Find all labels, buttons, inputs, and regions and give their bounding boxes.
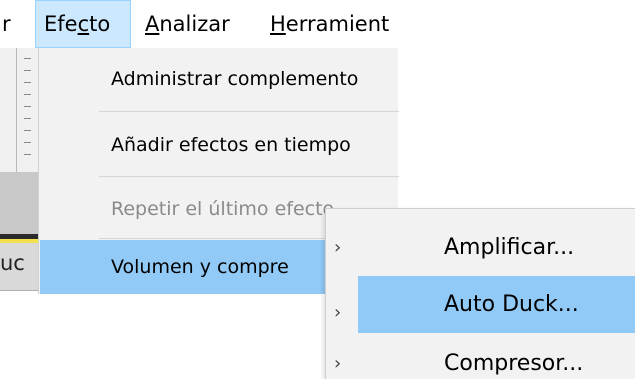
- ruler-tick: [24, 70, 31, 71]
- ruler-tick: [24, 82, 31, 83]
- menu-bar: r Efecto Analizar Herramient: [0, 0, 635, 48]
- volumen-submenu: › Amplificar... › Auto Duck... › Compres…: [325, 208, 635, 379]
- chevron-right-icon: ›: [334, 353, 342, 374]
- menu-herramientas[interactable]: Herramient: [270, 0, 389, 48]
- submenu-item-compresor[interactable]: › Compresor...: [326, 335, 635, 379]
- menu-efecto[interactable]: Efecto: [35, 0, 131, 48]
- track-label: uc: [0, 251, 25, 275]
- ruler-tick: [24, 118, 31, 119]
- empty-area: [0, 292, 38, 379]
- timeline-ruler: [0, 48, 38, 172]
- ruler-edge: [16, 48, 17, 172]
- ruler-tick: [24, 58, 31, 59]
- submenu-item-amplificar[interactable]: › Amplificar...: [326, 219, 635, 276]
- menu-item-administrar-complementos[interactable]: Administrar complemento: [39, 50, 399, 108]
- submenu-item-auto-duck[interactable]: Auto Duck...: [358, 276, 635, 333]
- chevron-right-icon: ›: [334, 302, 342, 323]
- ruler-tick: [24, 142, 31, 143]
- ruler-tick: [24, 154, 31, 155]
- track-control-row[interactable]: uc: [0, 243, 38, 291]
- menu-separator: [99, 176, 399, 177]
- menu-partial-item[interactable]: r: [2, 0, 11, 48]
- menu-separator: [99, 111, 399, 112]
- app-background-strip: uc: [0, 48, 38, 379]
- menu-analizar[interactable]: Analizar: [145, 0, 230, 48]
- menu-item-anadir-efectos-tiempo-real[interactable]: Añadir efectos en tiempo: [39, 116, 399, 174]
- track-area: [0, 172, 38, 234]
- ruler-tick: [24, 106, 31, 107]
- ruler-tick: [24, 94, 31, 95]
- ruler-tick: [24, 130, 31, 131]
- chevron-right-icon: ›: [334, 237, 342, 258]
